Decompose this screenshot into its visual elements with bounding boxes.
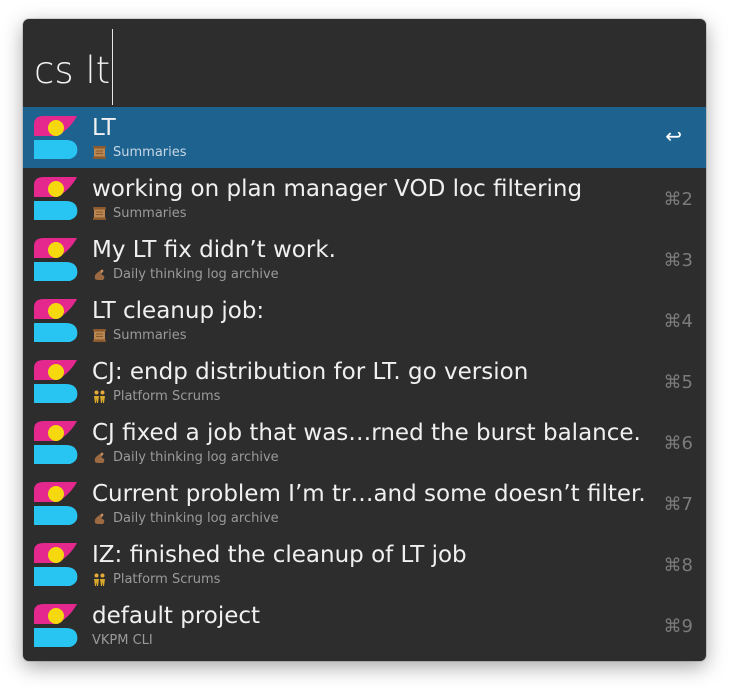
shortcut-label: ⌘7 bbox=[663, 494, 693, 515]
return-key-icon: ↩ bbox=[665, 124, 682, 148]
result-title: My LT fix didn’t work. bbox=[92, 237, 336, 263]
app-logo-icon bbox=[32, 480, 80, 528]
result-subtitle: VKPM CLI bbox=[92, 632, 153, 648]
result-row[interactable]: LT cleanup job: Summaries ⌘4 bbox=[23, 290, 706, 351]
result-subtitle-text: Summaries bbox=[113, 327, 187, 343]
result-subtitle-text: Platform Scrums bbox=[113, 388, 221, 404]
result-subtitle: Summaries bbox=[92, 144, 187, 160]
result-row[interactable]: Current problem I’m tr…and some doesn’t … bbox=[23, 473, 706, 534]
scroll-icon bbox=[92, 328, 113, 343]
result-row[interactable]: CJ fixed a job that was…rned the burst b… bbox=[23, 412, 706, 473]
text-caret bbox=[112, 29, 114, 105]
result-title: Current problem I’m tr…and some doesn’t … bbox=[92, 481, 646, 507]
result-subtitle: Summaries bbox=[92, 205, 187, 221]
result-subtitle-text: Daily thinking log archive bbox=[113, 266, 279, 282]
app-logo-icon bbox=[32, 297, 80, 345]
shortcut-label: ⌘4 bbox=[663, 311, 693, 332]
scroll-icon bbox=[92, 206, 113, 221]
thinking-hand-icon bbox=[92, 450, 113, 465]
result-row[interactable]: working on plan manager VOD loc filterin… bbox=[23, 168, 706, 229]
search-bar[interactable]: cs lt bbox=[23, 19, 706, 107]
result-row[interactable]: My LT fix didn’t work. Daily thinking log… bbox=[23, 229, 706, 290]
scroll-icon bbox=[92, 145, 113, 160]
shortcut-label: ⌘2 bbox=[663, 189, 693, 210]
result-subtitle-text: Platform Scrums bbox=[113, 571, 221, 587]
result-subtitle-text: VKPM CLI bbox=[92, 632, 153, 648]
thinking-hand-icon bbox=[92, 511, 113, 526]
shortcut-label: ⌘6 bbox=[663, 433, 693, 454]
people-icon bbox=[92, 389, 113, 404]
result-subtitle: Daily thinking log archive bbox=[92, 266, 279, 282]
thinking-hand-icon bbox=[92, 267, 113, 282]
launcher-window: cs lt LT Summaries ↩ working on plan manage… bbox=[23, 19, 706, 661]
result-title: default project bbox=[92, 603, 261, 629]
search-query: cs lt bbox=[34, 48, 111, 92]
result-title: LT bbox=[92, 115, 116, 141]
shortcut-label: ⌘5 bbox=[663, 372, 693, 393]
app-logo-icon bbox=[32, 114, 80, 162]
search-input[interactable]: cs lt bbox=[34, 29, 114, 105]
result-subtitle-text: Summaries bbox=[113, 205, 187, 221]
result-subtitle-text: Daily thinking log archive bbox=[113, 449, 279, 465]
result-row[interactable]: CJ: endp distribution for LT. go version… bbox=[23, 351, 706, 412]
result-row[interactable]: IZ: finished the cleanup of LT job Platfo… bbox=[23, 534, 706, 595]
result-subtitle: Daily thinking log archive bbox=[92, 449, 279, 465]
app-logo-icon bbox=[32, 419, 80, 467]
app-logo-icon bbox=[32, 602, 80, 650]
app-logo-icon bbox=[32, 541, 80, 589]
result-title: working on plan manager VOD loc filterin… bbox=[92, 176, 583, 202]
shortcut-label: ⌘3 bbox=[663, 250, 693, 271]
result-title: CJ fixed a job that was…rned the burst b… bbox=[92, 420, 641, 446]
shortcut-label: ⌘9 bbox=[663, 616, 693, 637]
shortcut-label: ⌘8 bbox=[663, 555, 693, 576]
result-subtitle-text: Daily thinking log archive bbox=[113, 510, 279, 526]
result-title: LT cleanup job: bbox=[92, 298, 265, 324]
result-row[interactable]: LT Summaries ↩ bbox=[23, 107, 706, 168]
result-subtitle: Daily thinking log archive bbox=[92, 510, 279, 526]
result-subtitle-text: Summaries bbox=[113, 144, 187, 160]
results-list: LT Summaries ↩ working on plan manager VOD … bbox=[23, 107, 706, 656]
app-logo-icon bbox=[32, 175, 80, 223]
app-logo-icon bbox=[32, 358, 80, 406]
result-subtitle: Platform Scrums bbox=[92, 571, 220, 587]
people-icon bbox=[92, 572, 113, 587]
result-row[interactable]: default project VKPM CLI ⌘9 bbox=[23, 595, 706, 656]
app-logo-icon bbox=[32, 236, 80, 284]
result-title: CJ: endp distribution for LT. go version bbox=[92, 359, 529, 385]
result-title: IZ: finished the cleanup of LT job bbox=[92, 542, 467, 568]
result-subtitle: Platform Scrums bbox=[92, 388, 220, 404]
result-subtitle: Summaries bbox=[92, 327, 187, 343]
